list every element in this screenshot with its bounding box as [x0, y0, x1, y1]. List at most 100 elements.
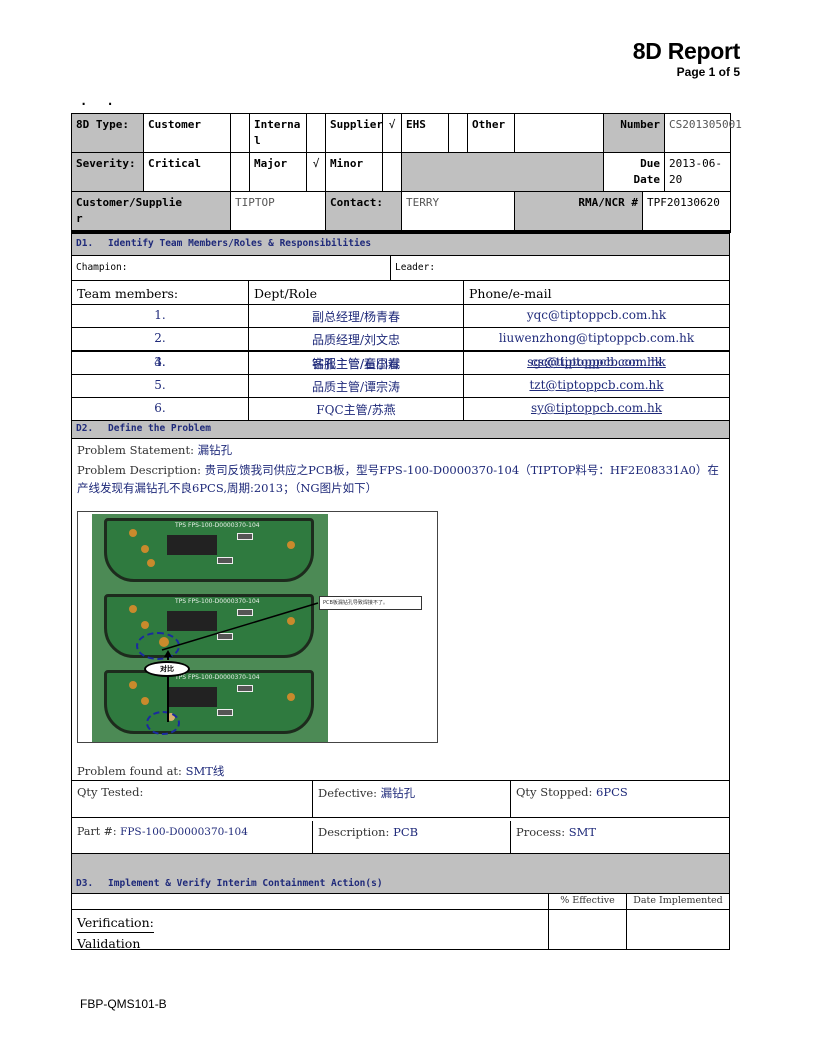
type-ehs-checkbox[interactable]: [448, 113, 468, 153]
rma-value[interactable]: TPF20130620: [642, 191, 731, 232]
severity-minor-checkbox[interactable]: [382, 152, 402, 192]
part-number-value: FPS-100-D0000370-104: [120, 826, 248, 838]
team-member-row: 2. 品质经理/刘文忠 liuwenzhong@tiptoppcb.com.hk: [72, 328, 729, 351]
validation-label: Validation: [77, 936, 141, 951]
d2-section-header: D2. Define the Problem: [72, 421, 729, 439]
type-customer-checkbox[interactable]: [230, 113, 250, 153]
d3-action-header: [72, 894, 549, 909]
severity-major-checkbox[interactable]: √: [306, 152, 326, 192]
phone-email-header: Phone/e-mail: [469, 286, 552, 301]
member-role: 品质主管/谭宗涛: [249, 375, 464, 397]
leader-field[interactable]: Leader:: [391, 256, 729, 280]
type-other-input[interactable]: [514, 113, 604, 153]
member-number: 4.: [72, 352, 249, 374]
qty-tested-field[interactable]: Qty Tested:: [72, 781, 313, 817]
problem-statement-label: Problem Statement:: [77, 443, 198, 457]
problem-statement: Problem Statement: 漏钻孔: [72, 439, 729, 461]
qty-tested-label: Qty Tested:: [77, 785, 144, 799]
problem-description-label: Problem Description:: [77, 463, 205, 477]
d3-number: D3.: [76, 878, 94, 889]
team-member-row: 5. 品质主管/谭宗涛 tzt@tiptoppcb.com.hk: [72, 375, 729, 398]
team-members-header: Team members:: [72, 281, 249, 304]
description-field[interactable]: Description: PCB: [313, 821, 511, 853]
type-supplier-label: Supplier: [325, 113, 383, 153]
d2-number: D2.: [76, 423, 94, 434]
d1-section-header: D1. Identify Team Members/Roles & Respons…: [72, 234, 729, 256]
leader-label: Leader:: [395, 262, 436, 273]
type-ehs-label: EHS: [401, 113, 449, 153]
type-other-label: Other: [467, 113, 515, 153]
d1-title: Identify Team Members/Roles & Responsibi…: [108, 238, 372, 249]
d3-title: Implement & Verify Interim Containment A…: [108, 878, 383, 889]
member-role: 副总经理/杨青春: [249, 305, 464, 327]
member-number: 1.: [72, 305, 249, 327]
member-role: 品质经理/刘文忠: [249, 328, 464, 350]
champion-field[interactable]: Champion:: [72, 256, 391, 280]
due-date-label: Due Date: [603, 152, 665, 192]
qty-stopped-label: Qty Stopped:: [516, 785, 597, 799]
verification-cell[interactable]: Verification: Validation: [72, 910, 549, 951]
type-internal-checkbox[interactable]: [306, 113, 326, 153]
number-value[interactable]: CS201305001: [664, 113, 742, 153]
part-number-field[interactable]: Part #: FPS-100-D0000370-104: [72, 821, 313, 853]
qty-stopped-value: 6PCS: [596, 785, 628, 799]
member-number: 5.: [72, 375, 249, 397]
team-member-row: 6. FQC主管/苏燕 sy@tiptoppcb.com.hk: [72, 398, 729, 421]
member-email-link[interactable]: cs@tiptoppcb.com.hk: [464, 352, 729, 374]
problem-statement-value[interactable]: 漏钻孔: [198, 443, 233, 457]
d1-number: D1.: [76, 238, 94, 249]
problem-found-at: Problem found at: SMT线: [72, 743, 729, 781]
found-value[interactable]: SMT线: [186, 764, 225, 778]
process-value: SMT: [568, 825, 597, 839]
member-role: 客服主管/童小斌: [249, 352, 464, 374]
d3-section-header: D3. Implement & Verify Interim Containmen…: [72, 854, 729, 894]
due-date-value[interactable]: 2013-06-20: [664, 152, 731, 192]
process-label: Process:: [516, 825, 569, 839]
part-number-label: Part #:: [77, 825, 121, 838]
page-indicator: Page 1 of 5: [676, 65, 740, 79]
severity-minor-label: Minor: [325, 152, 383, 192]
found-label: Problem found at:: [77, 764, 186, 778]
defective-field[interactable]: Defective: 漏钻孔: [313, 781, 511, 817]
severity-critical-label: Critical: [143, 152, 231, 192]
member-email: liuwenzhong@tiptoppcb.com.hk: [498, 331, 695, 345]
process-field[interactable]: Process: SMT: [511, 821, 729, 853]
report-title: 8D Report: [632, 38, 741, 64]
severity-major-label: Major: [249, 152, 307, 192]
type-customer-label: Customer: [143, 113, 231, 153]
type-label: 8D Type:: [71, 113, 144, 153]
severity-filler: [401, 152, 604, 192]
team-member-row: 1. 副总经理/杨青春 yqc@tiptoppcb.com.hk: [72, 305, 729, 328]
rma-label: RMA/NCR #: [514, 191, 643, 232]
customer-label: Customer/Supplie r: [71, 191, 231, 232]
d2-title: Define the Problem: [108, 423, 211, 434]
qty-stopped-field[interactable]: Qty Stopped: 6PCS: [511, 781, 729, 817]
problem-description: Problem Description: 贵司反馈我司供应之PCB板，型号FPS…: [72, 461, 729, 499]
defect-photo: TPS FPS-100-D0000370-104 TPS FPS-100-D00…: [77, 511, 438, 743]
description-label: Description:: [318, 825, 394, 839]
type-supplier-checkbox[interactable]: √: [382, 113, 402, 153]
member-email: yqc@tiptoppcb.com.hk: [526, 308, 667, 322]
member-number: 2.: [72, 328, 249, 350]
report-form: D1. Identify Team Members/Roles & Respons…: [71, 233, 730, 951]
date-implemented-value[interactable]: [627, 910, 729, 949]
member-number: 6.: [72, 398, 249, 420]
effective-value[interactable]: [549, 910, 627, 949]
callout-arrow: [161, 602, 319, 651]
defective-label: Defective:: [318, 786, 381, 800]
effective-header: % Effective: [549, 894, 627, 909]
team-member-row: 4. 客服主管/童小斌 cs@tiptoppcb.com.hk: [72, 352, 729, 375]
number-label: Number: [603, 113, 665, 153]
form-code: FBP-QMS101-B: [80, 997, 167, 1011]
severity-critical-checkbox[interactable]: [230, 152, 250, 192]
annotation-arrows: [161, 602, 319, 722]
contact-value[interactable]: TERRY: [401, 191, 515, 232]
member-role: FQC主管/苏燕: [249, 398, 464, 420]
member-email-link[interactable]: tzt@tiptoppcb.com.hk: [464, 375, 729, 397]
member-email-link[interactable]: sy@tiptoppcb.com.hk: [464, 398, 729, 420]
defect-callout-box: PCB板漏钻孔导致焊接不了。: [319, 596, 422, 610]
customer-value[interactable]: TIPTOP: [230, 191, 326, 232]
date-implemented-header: Date Implemented: [633, 895, 723, 906]
champion-label: Champion:: [76, 262, 128, 273]
defective-value: 漏钻孔: [380, 786, 416, 800]
